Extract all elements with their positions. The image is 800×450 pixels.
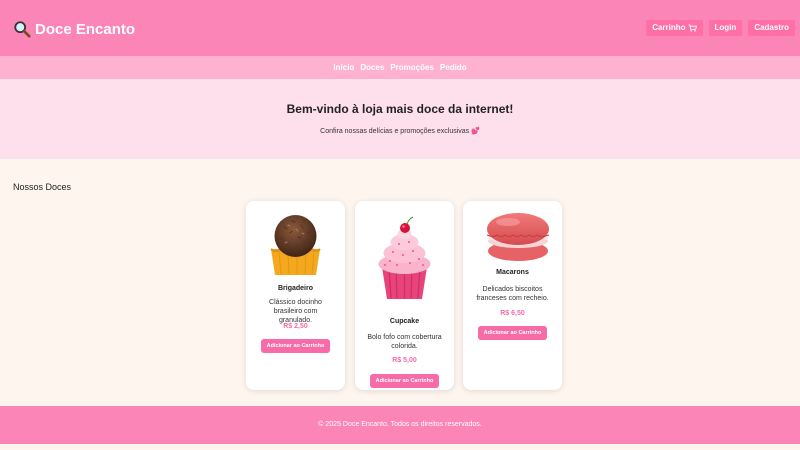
hero-subtitle: Confira nossas delícias e promoções excl… [320, 128, 480, 135]
brand-name: Doce Encanto [35, 20, 136, 38]
add-to-cart-button[interactable]: Adicionar ao Carrinho [477, 326, 548, 340]
macaron-image [486, 213, 550, 261]
product-name: Macarons [496, 269, 529, 276]
login-button[interactable]: Login [708, 20, 743, 36]
product-name: Brigadeiro [277, 285, 313, 292]
add-button-wrap: Adicionar ao Carrinho [355, 369, 454, 388]
add-button-wrap: Adicionar ao Carrinho [246, 334, 345, 353]
main-nav: Início Doces Promoções Pedido [0, 56, 800, 79]
header-actions: Carrinho Login Cadastro [646, 20, 795, 36]
product-description: Bolo fofo com cobertura colorida. [367, 334, 442, 350]
product-description: Delicados biscoitos franceses com rechei… [476, 286, 549, 302]
nav-item-doces[interactable]: Doces [360, 63, 384, 72]
section-title: Nossos Doces [13, 182, 72, 192]
site-footer: © 2025 Doce Encanto. Todos os direitos r… [0, 406, 800, 444]
nav-item-inicio[interactable]: Início [333, 63, 354, 72]
product-card-cupcake: Cupcake Bolo fofo com cobertura colorida… [355, 201, 454, 390]
nav-item-pedido[interactable]: Pedido [440, 63, 467, 72]
hero-banner: Bem-vindo à loja mais doce da internet! … [0, 79, 800, 159]
cart-icon [688, 24, 697, 32]
cart-button-label: Carrinho [652, 23, 686, 32]
product-card-macarons: Macarons Delicados biscoitos franceses c… [463, 201, 562, 390]
cart-button[interactable]: Carrinho [646, 20, 703, 36]
signup-button[interactable]: Cadastro [748, 20, 795, 36]
product-price: R$ 5,00 [392, 357, 417, 364]
magnifier-icon [14, 21, 31, 38]
brand[interactable]: Doce Encanto [13, 17, 135, 41]
product-description: Clássico docinho brasileiro com granulad… [269, 299, 322, 324]
product-card-brigadeiro: Brigadeiro Clássico docinho brasileiro c… [246, 201, 345, 390]
product-price: R$ 2,50 [283, 323, 308, 330]
add-to-cart-button[interactable]: Adicionar ao Carrinho [369, 374, 440, 388]
nav-item-promocoes[interactable]: Promoções [390, 63, 434, 72]
brigadeiro-image [270, 215, 321, 275]
hero-title: Bem-vindo à loja mais doce da internet! [286, 102, 514, 116]
product-price: R$ 6,50 [500, 310, 525, 317]
footer-text: © 2025 Doce Encanto. Todos os direitos r… [318, 421, 482, 428]
cupcake-image [378, 216, 431, 299]
product-name: Cupcake [389, 318, 420, 325]
site-header: Doce Encanto Carrinho Login Cadastro [0, 0, 800, 56]
add-button-wrap: Adicionar ao Carrinho [463, 321, 562, 340]
add-to-cart-button[interactable]: Adicionar ao Carrinho [260, 339, 331, 353]
